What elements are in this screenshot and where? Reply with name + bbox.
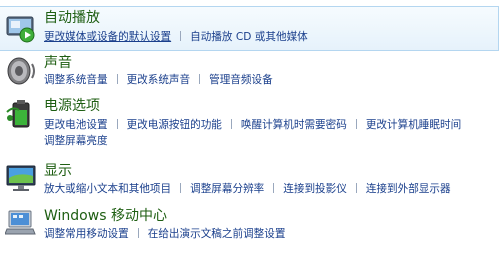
separator xyxy=(355,183,357,193)
separator xyxy=(273,183,275,193)
speaker-icon[interactable] xyxy=(5,55,37,87)
adjust-resolution-link[interactable]: 调整屏幕分辨率 xyxy=(190,183,264,196)
power-options-title[interactable]: 电源选项 xyxy=(44,98,100,114)
display-links: 放大或缩小文本和其他项目 调整屏幕分辨率 连接到投影仪 连接到外部显示器 xyxy=(44,183,499,196)
sound-section: 声音 调整系统音量 更改系统声音 管理音频设备 xyxy=(0,53,499,93)
adjust-mobility-settings-link[interactable]: 调整常用移动设置 xyxy=(44,228,129,241)
require-password-link[interactable]: 唤醒计算机时需要密码 xyxy=(241,119,347,132)
monitor-icon[interactable] xyxy=(5,162,37,194)
autoplay-links: 更改媒体或设备的默认设置 自动播放 CD 或其他媒体 xyxy=(44,31,498,44)
change-sleep-time-link[interactable]: 更改计算机睡眠时间 xyxy=(366,119,461,132)
change-system-sounds-link[interactable]: 更改系统声音 xyxy=(127,74,191,87)
resize-text-link[interactable]: 放大或缩小文本和其他项目 xyxy=(44,183,171,196)
manage-audio-devices-link[interactable]: 管理音频设备 xyxy=(209,74,273,87)
display-section: 显示 放大或缩小文本和其他项目 调整屏幕分辨率 连接到投影仪 连接到外部显示器 xyxy=(0,160,499,202)
change-power-buttons-link[interactable]: 更改电源按钮的功能 xyxy=(127,119,222,132)
separator xyxy=(116,74,118,84)
adjust-volume-link[interactable]: 调整系统音量 xyxy=(44,74,108,87)
autoplay-title[interactable]: 自动播放 xyxy=(44,10,100,26)
mobility-center-title[interactable]: Windows 移动中心 xyxy=(44,208,167,224)
separator xyxy=(137,228,139,238)
battery-icon[interactable] xyxy=(5,98,37,130)
autoplay-cd-link[interactable]: 自动播放 CD 或其他媒体 xyxy=(190,31,308,44)
mobility-center-links: 调整常用移动设置 在给出演示文稿之前调整设置 xyxy=(44,228,499,241)
separator xyxy=(180,183,182,193)
power-options-links: 更改电池设置 更改电源按钮的功能 唤醒计算机时需要密码 更改计算机睡眠时间 调整屏幕亮… xyxy=(44,119,499,151)
separator xyxy=(199,74,201,84)
mobility-center-section: Windows 移动中心 调整常用移动设置 在给出演示文稿之前调整设置 xyxy=(0,205,499,247)
display-title[interactable]: 显示 xyxy=(44,163,72,179)
connect-external-display-link[interactable]: 连接到外部显示器 xyxy=(366,183,451,196)
mobility-center-icon[interactable] xyxy=(4,207,37,239)
connect-projector-link[interactable]: 连接到投影仪 xyxy=(283,183,347,196)
change-media-defaults-link[interactable]: 更改媒体或设备的默认设置 xyxy=(44,31,171,44)
autoplay-section: 自动播放 更改媒体或设备的默认设置 自动播放 CD 或其他媒体 xyxy=(0,6,499,51)
autoplay-icon[interactable] xyxy=(5,12,37,44)
separator xyxy=(180,31,182,41)
sound-title[interactable]: 声音 xyxy=(44,55,72,71)
sound-links: 调整系统音量 更改系统声音 管理音频设备 xyxy=(44,74,499,87)
adjust-brightness-link[interactable]: 调整屏幕亮度 xyxy=(44,135,108,148)
presentation-settings-link[interactable]: 在给出演示文稿之前调整设置 xyxy=(148,228,286,241)
separator xyxy=(355,119,357,129)
change-battery-settings-link[interactable]: 更改电池设置 xyxy=(44,119,108,132)
separator xyxy=(230,119,232,129)
separator xyxy=(116,119,118,129)
power-options-section: 电源选项 更改电池设置 更改电源按钮的功能 唤醒计算机时需要密码 更改计算机睡眠时间 … xyxy=(0,95,499,155)
